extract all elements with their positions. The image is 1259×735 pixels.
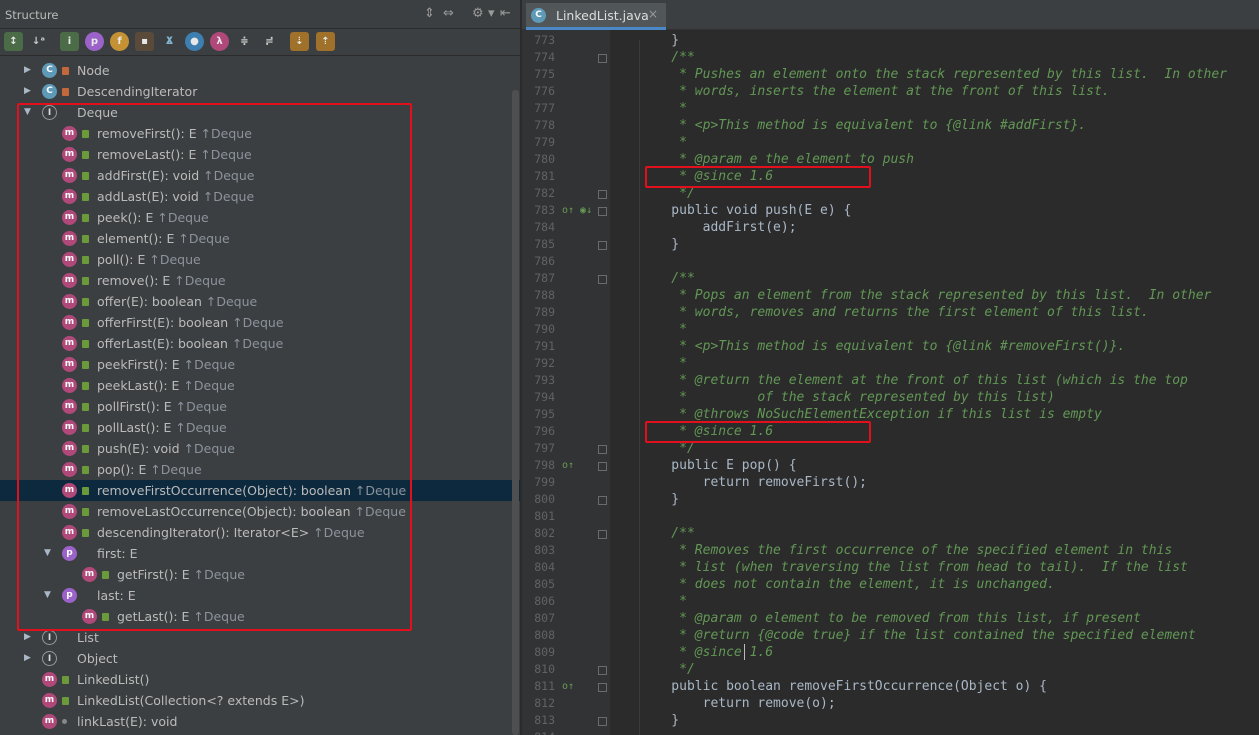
lambda-icon[interactable]: λ <box>210 32 229 51</box>
code-line: * <box>640 101 687 116</box>
tab-linkedlist-java[interactable]: C LinkedList.java × <box>526 3 666 30</box>
code-line: * <box>640 322 687 337</box>
public-visibility-icon <box>62 697 69 705</box>
options-chevron-icon[interactable]: ▾ <box>488 6 495 21</box>
expand-all-icon[interactable]: ≑ <box>235 32 254 51</box>
autoscroll-to-source-icon[interactable]: ⇣ <box>290 32 309 51</box>
code-line: * list (when traversing the list from he… <box>640 560 1188 575</box>
code-line: * <box>640 135 687 150</box>
code-line: * @return the element at the front of th… <box>640 373 1188 388</box>
tree-item[interactable]: m LinkedList() <box>0 669 520 690</box>
show-lambdas-icon[interactable]: ● <box>185 32 204 51</box>
class-icon: C <box>42 63 57 78</box>
code-line: * Pops an element from the stack represe… <box>640 288 1212 303</box>
chevron-right-icon[interactable]: ▶ <box>24 648 31 669</box>
text-caret <box>744 644 745 660</box>
show-anonymous-icon[interactable]: ⴴ <box>160 32 179 51</box>
code-line: * @throws NoSuchElementException if this… <box>640 407 1102 422</box>
code-line: } <box>640 237 680 252</box>
collapse-all-icon[interactable]: ≓ <box>260 32 279 51</box>
structure-scrollbar[interactable] <box>512 90 519 735</box>
tree-item[interactable]: m linkLast(E): void <box>0 711 520 732</box>
tree-item-label: LinkedList(Collection<? extends E>) <box>77 693 305 708</box>
hide-panel-icon[interactable]: ⇤ <box>500 6 511 21</box>
code-line: * @since 1.6 <box>640 645 774 660</box>
gear-icon[interactable]: ⚙ <box>472 6 484 21</box>
tree-item[interactable]: ▶ I Object <box>0 648 520 669</box>
code-line: */ <box>640 441 695 456</box>
show-properties-icon[interactable]: p <box>85 32 104 51</box>
annotation-highlight-box <box>17 103 412 631</box>
structure-title: Structure <box>5 8 59 22</box>
tree-item-label: linkLast(E): void <box>77 714 178 729</box>
show-non-public-icon[interactable]: ▪ <box>135 32 154 51</box>
sort-alphabetically-icon[interactable]: ↓ᵃ <box>29 32 48 51</box>
chevron-right-icon[interactable]: ▶ <box>24 60 31 81</box>
tree-item-label: LinkedList() <box>77 672 150 687</box>
code-line: * @return {@code true} if the list conta… <box>640 628 1196 643</box>
code-line: * <box>640 594 687 609</box>
code-line: return remove(o); <box>640 696 836 711</box>
code-line: * <box>640 356 687 371</box>
code-line: * words, inserts the element at the fron… <box>640 84 1110 99</box>
show-inherited-icon[interactable]: i <box>60 32 79 51</box>
class-icon: C <box>42 84 57 99</box>
code-line: * of the stack represented by this list) <box>640 390 1055 405</box>
expand-all-header-icon[interactable]: ⇕ <box>424 6 435 21</box>
sort-by-visibility-icon[interactable]: ↕ <box>4 32 23 51</box>
code-editor: C LinkedList.java × 773 774 775 776 777 778 77… <box>522 0 1259 735</box>
structure-toolbar: ↕ ↓ᵃ i p f ▪ ⴴ ● λ ≑ ≓ ⇣ ⇡ <box>0 29 520 56</box>
private-visibility-icon <box>62 67 69 75</box>
code-line: } <box>640 492 680 507</box>
code-line: /** <box>640 271 695 286</box>
class-icon: C <box>531 8 546 23</box>
tree-item-label: Object <box>77 651 118 666</box>
chevron-right-icon[interactable]: ▶ <box>24 81 31 102</box>
code-line: public boolean removeFirstOccurrence(Obj… <box>640 679 1047 694</box>
code-line: */ <box>640 662 695 677</box>
code-line: } <box>640 33 680 48</box>
close-icon[interactable]: × <box>648 7 658 21</box>
package-visibility-icon <box>62 719 67 724</box>
code-line: * @param o element to be removed from th… <box>640 611 1141 626</box>
interface-icon: I <box>42 651 57 666</box>
code-line: * Pushes an element onto the stack repre… <box>640 67 1227 82</box>
interface-icon: I <box>42 630 57 645</box>
autoscroll-from-source-icon[interactable]: ⇡ <box>316 32 335 51</box>
code-line: return removeFirst(); <box>640 475 867 490</box>
structure-header: Structure ⇕ ⇔ ⚙ ▾ ⇤ <box>0 0 520 29</box>
collapse-all-header-icon[interactable]: ⇔ <box>443 6 454 21</box>
structure-panel: Structure ⇕ ⇔ ⚙ ▾ ⇤ ↕ ↓ᵃ i p f ▪ ⴴ ● λ ≑… <box>0 0 520 735</box>
tree-item[interactable]: m LinkedList(Collection<? extends E>) <box>0 690 520 711</box>
code-line: public E pop() { <box>640 458 797 473</box>
code-line: */ <box>640 186 695 201</box>
show-fields-icon[interactable]: f <box>110 32 129 51</box>
tree-item-label: DescendingIterator <box>77 84 198 99</box>
annotation-highlight-box <box>645 166 871 188</box>
code-line: * Removes the first occurrence of the sp… <box>640 543 1173 558</box>
editor-tab-bar: C LinkedList.java × <box>522 0 1259 30</box>
method-icon: m <box>42 672 57 687</box>
code-line: addFirst(e); <box>640 220 797 235</box>
code-line: * <p>This method is equivalent to {@link… <box>640 339 1126 354</box>
tab-label: LinkedList.java <box>556 8 649 23</box>
code-line: * @param e the element to push <box>640 152 914 167</box>
method-icon: m <box>42 714 57 729</box>
code-line: /** <box>640 50 695 65</box>
method-icon: m <box>42 693 57 708</box>
code-line: public void push(E e) { <box>640 203 852 218</box>
tree-item[interactable]: ▶ C Node <box>0 60 520 81</box>
code-line: * does not contain the element, it is un… <box>640 577 1055 592</box>
code-line: /** <box>640 526 695 541</box>
tree-item-label: Node <box>77 63 110 78</box>
public-visibility-icon <box>62 676 69 684</box>
annotation-highlight-box <box>645 421 871 443</box>
private-visibility-icon <box>62 88 69 96</box>
code-line: } <box>640 713 680 728</box>
code-line: * words, removes and returns the first e… <box>640 305 1149 320</box>
code-area[interactable]: } /** * Pushes an element onto the stack… <box>522 30 1259 735</box>
code-line: * <p>This method is equivalent to {@link… <box>640 118 1087 133</box>
tree-item[interactable]: ▶ C DescendingIterator <box>0 81 520 102</box>
